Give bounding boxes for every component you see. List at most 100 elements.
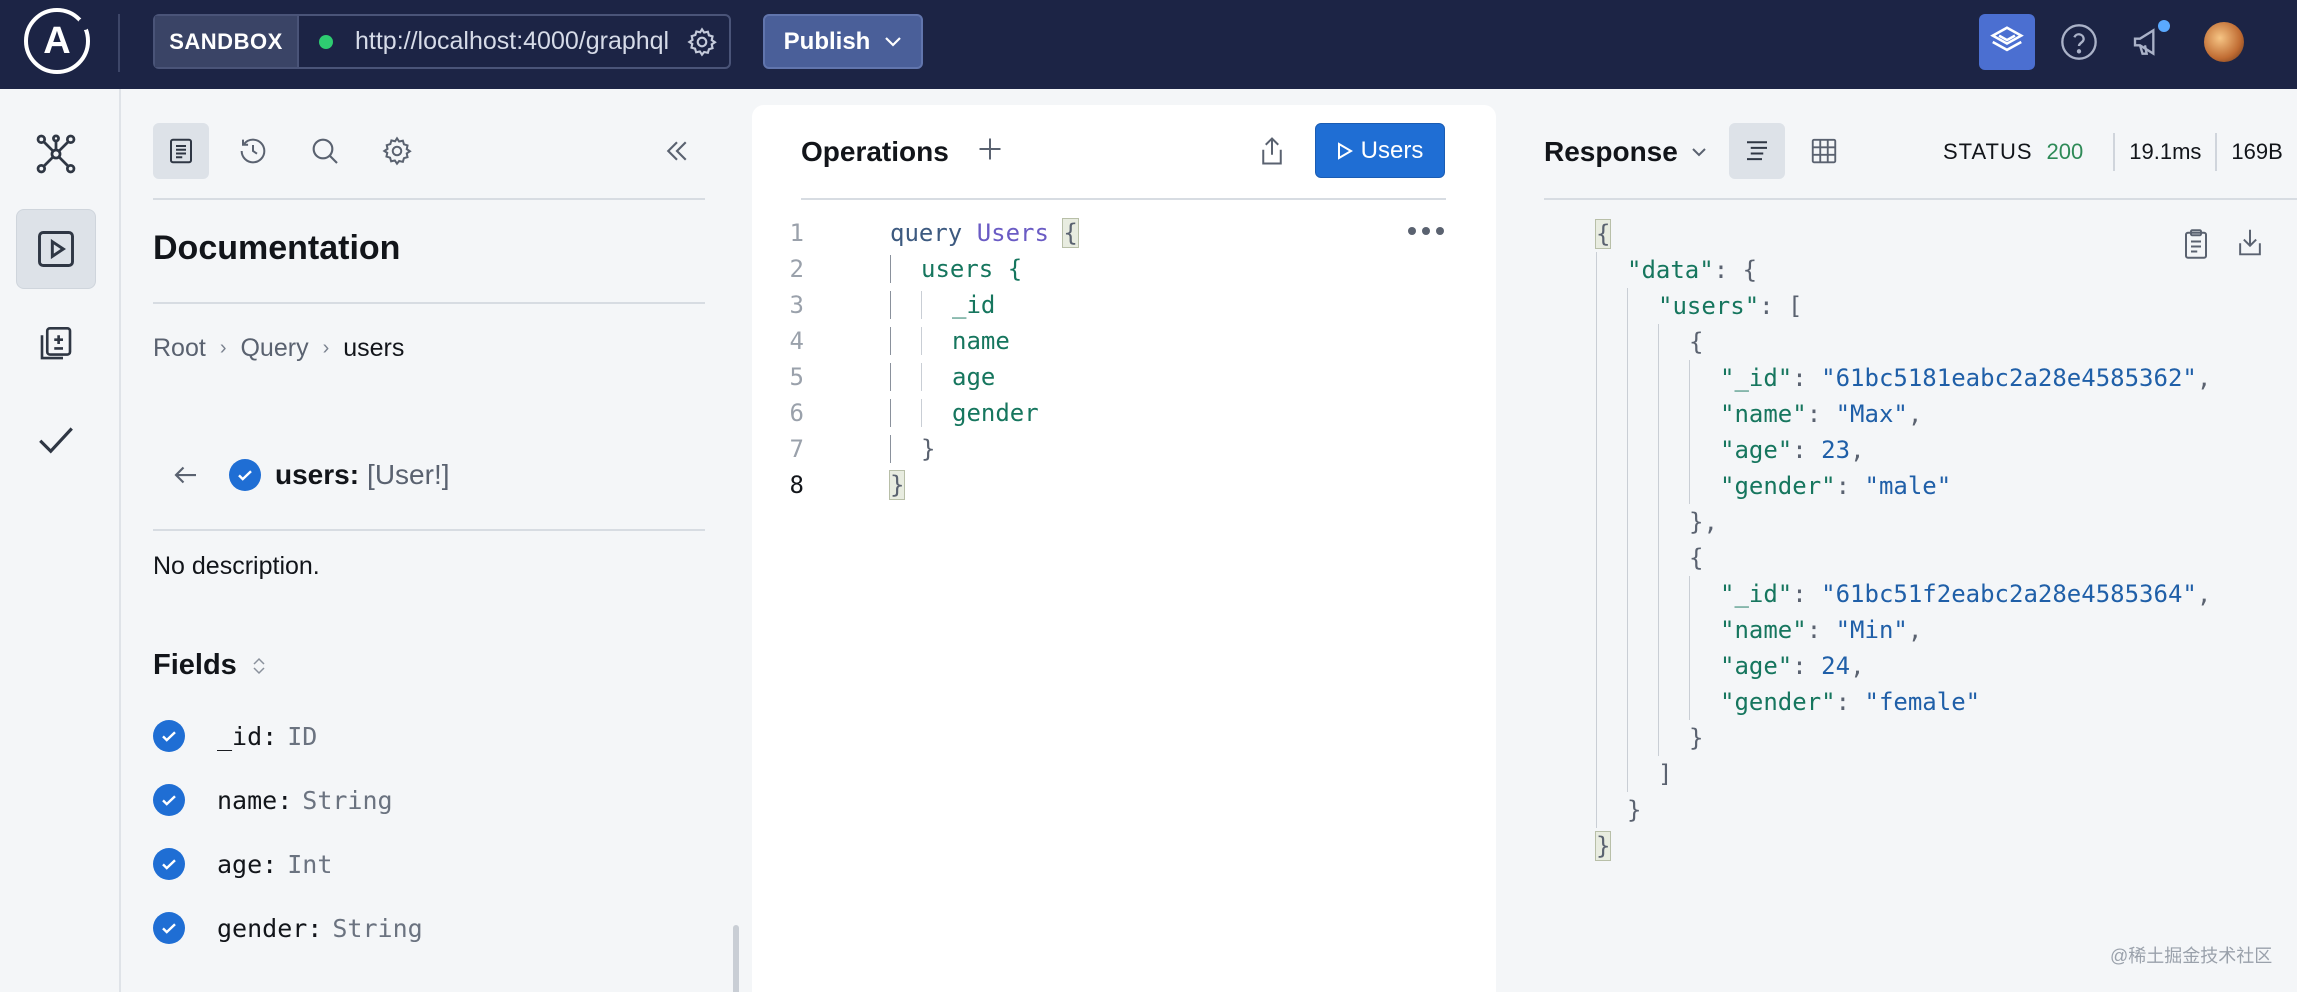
response-panel: Response STATUS 200 19.1ms 169B { "data"… <box>1496 89 2297 992</box>
field-description: No description. <box>153 552 320 580</box>
divider <box>153 198 705 200</box>
divider <box>153 302 705 304</box>
connection-status-dot <box>319 34 333 49</box>
status-code: 200 <box>2046 139 2084 164</box>
chevron-right-icon: › <box>322 337 330 359</box>
response-json[interactable]: { "data": { "users": [ { "_id": "61bc518… <box>1594 216 2211 864</box>
documentation-icon[interactable] <box>153 123 209 179</box>
explorer-play-icon[interactable] <box>16 209 96 289</box>
field-row[interactable]: name: String <box>153 784 393 816</box>
fields-heading: Fields <box>153 649 267 682</box>
response-stats: STATUS 200 19.1ms 169B <box>1943 133 2283 171</box>
topbar-divider <box>118 14 120 72</box>
publish-label: Publish <box>783 27 871 55</box>
code-line: 7 } <box>789 435 936 463</box>
docs-toolbar <box>153 123 705 179</box>
divider <box>1544 198 2297 200</box>
endpoint-url-input[interactable]: http://localhost:4000/graphql <box>299 16 675 67</box>
field-row-type: ID <box>287 721 318 751</box>
field-check-icon[interactable] <box>153 912 185 944</box>
breadcrumb: Root › Query › users <box>153 334 404 363</box>
code-line: 6 gender <box>789 399 1039 427</box>
breadcrumb-root[interactable]: Root <box>153 334 206 363</box>
field-name: users: <box>275 459 360 490</box>
field-check-icon[interactable] <box>153 784 185 816</box>
user-avatar[interactable] <box>2204 22 2244 62</box>
apollo-logo-icon[interactable]: A <box>24 8 90 74</box>
query-editor[interactable]: 1 query Users { 2 users { 3 _id 4 name 5… <box>752 215 1079 503</box>
back-arrow-icon[interactable] <box>171 460 211 490</box>
fields-title: Fields <box>153 649 237 681</box>
run-operation-button[interactable]: Users <box>1315 123 1445 178</box>
docs-scrollbar[interactable] <box>733 925 739 992</box>
schema-graph-icon[interactable] <box>16 114 96 194</box>
field-row[interactable]: age: Int <box>153 848 332 880</box>
code-line: 4 name <box>789 327 1010 355</box>
field-row-name: age: <box>217 849 278 879</box>
download-icon[interactable] <box>2232 222 2268 262</box>
top-bar: A SANDBOX http://localhost:4000/graphql … <box>0 0 2297 89</box>
studio-layers-icon[interactable] <box>1979 14 2035 70</box>
code-line: 2 users { <box>789 255 1023 283</box>
documentation-panel: Documentation Root › Query › users users… <box>121 89 752 992</box>
divider <box>153 529 705 531</box>
settings-gear-icon[interactable] <box>369 123 425 179</box>
field-row[interactable]: _id: ID <box>153 720 317 752</box>
logo-letter: A <box>43 19 71 62</box>
operations-title: Operations <box>801 136 949 167</box>
json-view-icon[interactable] <box>1729 123 1785 179</box>
announcement-megaphone-icon[interactable] <box>2122 14 2178 70</box>
field-selected-check-icon[interactable] <box>229 459 261 491</box>
field-row-type: Int <box>287 849 333 879</box>
run-button-label: Users <box>1360 136 1424 164</box>
table-view-icon[interactable] <box>1796 123 1852 179</box>
code-line: 1 query Users { <box>789 218 1079 248</box>
play-icon <box>1337 141 1353 160</box>
code-line: 3 _id <box>789 291 996 319</box>
checkmark-icon[interactable] <box>16 399 96 479</box>
operation-name: Users <box>976 219 1049 247</box>
chevron-down-icon <box>1692 148 1706 157</box>
collapse-chevrons-icon[interactable] <box>649 123 705 179</box>
add-operation-plus-icon[interactable] <box>970 129 1010 169</box>
share-icon[interactable] <box>1252 129 1292 173</box>
field-row[interactable]: gender: String <box>153 912 423 944</box>
chevron-right-icon: › <box>219 337 227 359</box>
publish-button[interactable]: Publish <box>763 14 923 69</box>
response-selector[interactable]: Response <box>1544 136 1708 168</box>
response-title: Response <box>1544 136 1678 167</box>
connection-settings-gear-icon[interactable] <box>675 16 729 67</box>
checks-diff-icon[interactable] <box>16 304 96 384</box>
selected-field-header: users: [User!] <box>171 459 450 491</box>
sort-icon[interactable] <box>251 656 267 676</box>
field-row-name: name: <box>217 785 293 815</box>
watermark: @稀土掘金技术社区 <box>2110 946 2273 966</box>
response-size: 169B <box>2231 139 2283 164</box>
help-icon[interactable] <box>2051 14 2107 70</box>
status-label: STATUS <box>1943 139 2033 164</box>
field-row-type: String <box>302 785 393 815</box>
field-check-icon[interactable] <box>153 848 185 880</box>
operations-panel: Operations Users 1 query Users { 2 users… <box>752 105 1514 992</box>
chevron-down-icon <box>885 36 902 47</box>
field-row-name: _id: <box>217 721 278 751</box>
notification-dot <box>2158 20 2170 32</box>
code-line: 5 age <box>789 363 996 391</box>
more-options-icon[interactable] <box>1408 227 1444 235</box>
endpoint-bar: SANDBOX http://localhost:4000/graphql <box>153 14 731 69</box>
field-row-type: String <box>332 913 423 943</box>
breadcrumb-query[interactable]: Query <box>240 334 308 363</box>
endpoint-url: http://localhost:4000/graphql <box>355 27 670 55</box>
keyword: query <box>890 219 963 247</box>
sandbox-tag: SANDBOX <box>155 16 299 67</box>
response-time: 19.1ms <box>2129 139 2202 164</box>
divider <box>801 198 1446 200</box>
field-check-icon[interactable] <box>153 720 185 752</box>
left-nav-rail <box>0 89 121 992</box>
page-title: Documentation <box>153 229 401 267</box>
search-icon[interactable] <box>297 123 353 179</box>
breadcrumb-users: users <box>343 334 405 362</box>
code-line: 8 } <box>789 470 906 500</box>
history-icon[interactable] <box>225 123 281 179</box>
field-type[interactable]: [User!] <box>367 459 449 491</box>
